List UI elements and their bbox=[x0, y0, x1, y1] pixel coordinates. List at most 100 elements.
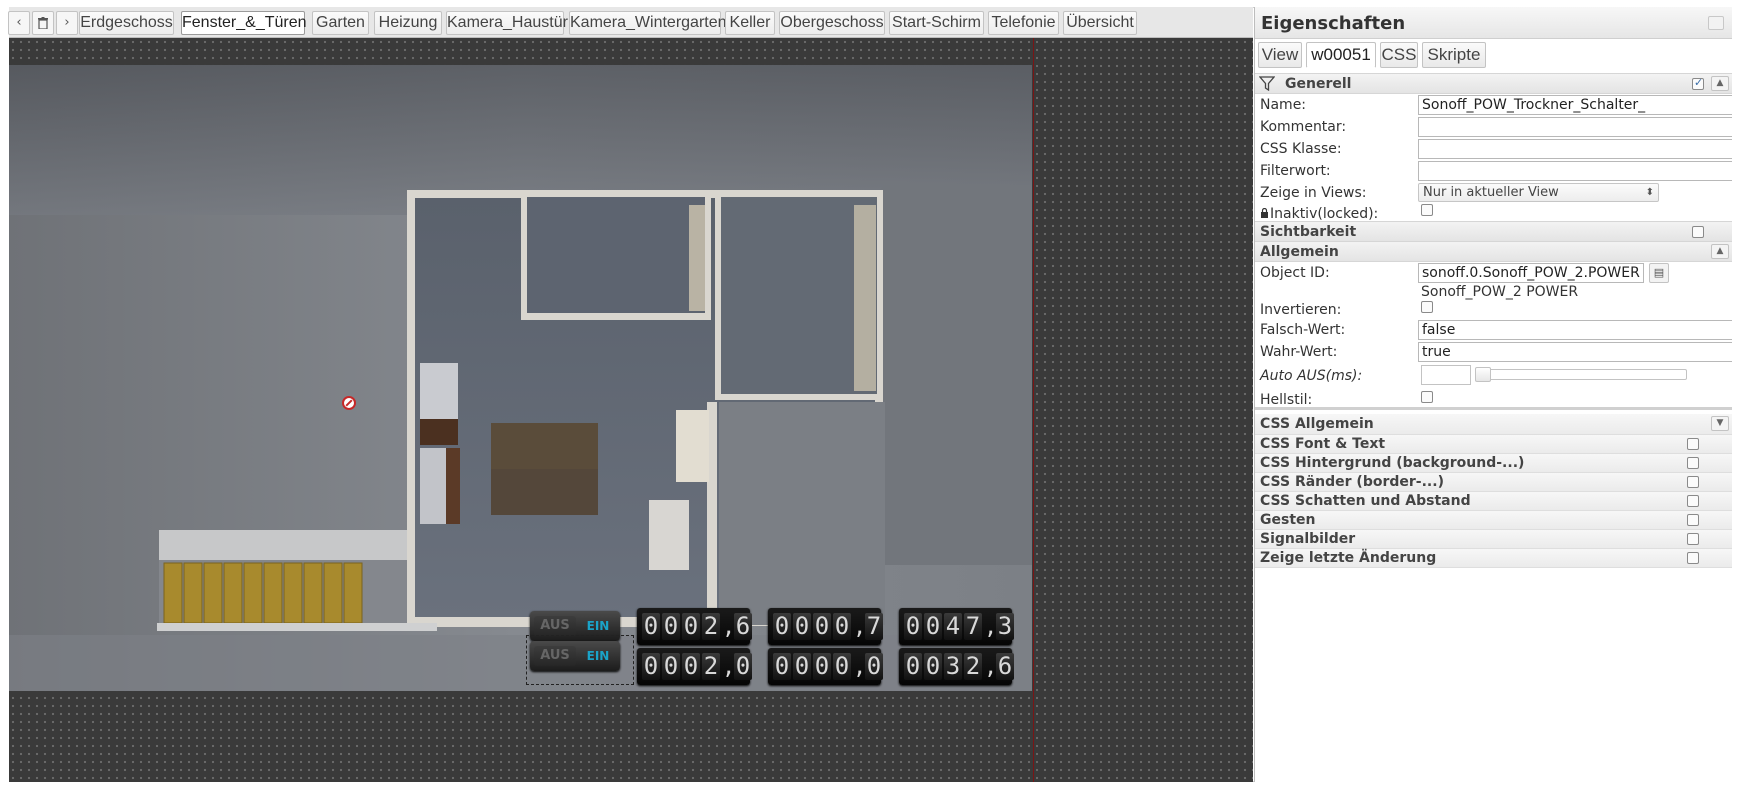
tab-start-schirm[interactable]: Start-Schirm bbox=[889, 11, 984, 35]
zeige-views-label: Zeige in Views: bbox=[1260, 185, 1367, 201]
falsch-wert-field[interactable]: false bbox=[1418, 320, 1732, 340]
editor-canvas[interactable]: AUS EIN 0 0 0 2,6 0 0 0 0,7 0 0 4 7,3 AUS EIN 000… bbox=[9, 38, 1253, 782]
panel-minimize-button[interactable] bbox=[1708, 16, 1724, 30]
css-hintergrund-section[interactable]: CSS Hintergrund (background-...) bbox=[1255, 454, 1732, 473]
counter-digit: 0 bbox=[662, 652, 680, 680]
counter-digit: 0 bbox=[793, 612, 811, 640]
counter-r1c1: 0 0 0 2,6 bbox=[637, 608, 752, 645]
name-field[interactable]: Sonoff_POW_Trockner_Schalter_ bbox=[1418, 95, 1732, 115]
decimal-separator: , bbox=[984, 615, 998, 640]
counter-digit: 0 bbox=[642, 652, 660, 680]
css-section-label: CSS Hintergrund (background-...) bbox=[1260, 455, 1525, 471]
wahr-wert-label: Wahr-Wert: bbox=[1260, 344, 1338, 360]
zeige-views-select[interactable]: Nur in aktueller View bbox=[1418, 183, 1659, 202]
inaktiv-checkbox[interactable] bbox=[1421, 204, 1433, 216]
decimal-separator: , bbox=[853, 655, 867, 680]
css-section-checkbox[interactable] bbox=[1687, 552, 1699, 564]
counter-r2c1: 0 0 0 2,0 bbox=[637, 648, 752, 685]
css-section-checkbox[interactable] bbox=[1687, 476, 1699, 488]
slider-handle[interactable] bbox=[1475, 367, 1491, 382]
letzte-aenderung-section[interactable]: Zeige letzte Änderung bbox=[1255, 549, 1732, 568]
generell-checkbox[interactable] bbox=[1692, 76, 1704, 90]
tab-heizung[interactable]: Heizung bbox=[374, 11, 442, 35]
tab-obergeschoss[interactable]: Obergeschoss bbox=[779, 11, 885, 35]
filter-icon[interactable] bbox=[1259, 76, 1275, 91]
counter-digit: 0 bbox=[924, 612, 942, 640]
tab-skripte[interactable]: Skripte bbox=[1422, 42, 1486, 68]
section-sichtbarkeit[interactable]: Sichtbarkeit bbox=[1255, 221, 1732, 242]
tab-telefonie[interactable]: Telefonie bbox=[988, 11, 1059, 35]
counter-r1c2: 0 0 0 0,7 bbox=[768, 608, 883, 645]
counter-digit: 0 bbox=[642, 612, 660, 640]
tab-uebersicht[interactable]: Übersicht bbox=[1063, 11, 1137, 35]
auto-aus-slider[interactable] bbox=[1475, 367, 1687, 382]
counter-digit: 6 bbox=[734, 612, 752, 640]
counter-digit: 3 bbox=[996, 612, 1014, 640]
section-generell[interactable]: Generell ▲ bbox=[1255, 73, 1732, 94]
signalbilder-section[interactable]: Signalbilder bbox=[1255, 530, 1732, 549]
css-section-checkbox[interactable] bbox=[1687, 495, 1699, 507]
css-font-text-section[interactable]: CSS Font & Text bbox=[1255, 435, 1732, 454]
tab-widget-id[interactable]: w00051 bbox=[1306, 42, 1376, 68]
hellstil-checkbox[interactable] bbox=[1421, 391, 1433, 403]
collapse-icon[interactable]: ▲ bbox=[1711, 244, 1729, 259]
prev-view-button[interactable]: ‹ bbox=[8, 11, 30, 35]
no-entry-icon[interactable] bbox=[342, 396, 356, 410]
tab-css[interactable]: CSS bbox=[1380, 42, 1418, 68]
decimal-separator: , bbox=[722, 655, 736, 680]
switch-off-label[interactable]: AUS bbox=[534, 646, 576, 666]
css-klasse-field[interactable] bbox=[1418, 139, 1732, 159]
switch-on-label[interactable]: EIN bbox=[580, 616, 616, 636]
css-section-label: CSS Font & Text bbox=[1260, 436, 1386, 452]
css-section-checkbox[interactable] bbox=[1687, 457, 1699, 469]
css-section-checkbox[interactable] bbox=[1687, 438, 1699, 450]
tab-garten[interactable]: Garten bbox=[312, 11, 369, 35]
css-section-checkbox[interactable] bbox=[1687, 514, 1699, 526]
css-raender-section[interactable]: CSS Ränder (border-...) bbox=[1255, 473, 1732, 492]
collapse-icon[interactable]: ▲ bbox=[1711, 76, 1729, 91]
tab-fenster-tueren[interactable]: Fenster_&_Türen bbox=[181, 11, 307, 35]
section-divider bbox=[1255, 407, 1732, 410]
counter-digit: 2 bbox=[964, 652, 982, 680]
css-schatten-section[interactable]: CSS Schatten und Abstand bbox=[1255, 492, 1732, 511]
css-allgemein-section[interactable]: CSS Allgemein ▼ bbox=[1255, 414, 1732, 435]
switch-widget-2[interactable]: AUS EIN bbox=[530, 641, 620, 671]
counter-digit: 0 bbox=[904, 612, 922, 640]
expand-icon[interactable]: ▼ bbox=[1711, 416, 1729, 431]
css-section-checkbox[interactable] bbox=[1687, 533, 1699, 545]
tab-keller[interactable]: Keller bbox=[725, 11, 775, 35]
auto-aus-field[interactable] bbox=[1421, 365, 1471, 385]
section-allgemein[interactable]: Allgemein ▲ bbox=[1255, 241, 1732, 262]
section-generell-label: Generell bbox=[1285, 76, 1352, 92]
trash-icon[interactable] bbox=[32, 11, 54, 35]
counter-digit: 0 bbox=[773, 612, 791, 640]
counter-digit: 0 bbox=[924, 652, 942, 680]
counter-digit: 0 bbox=[682, 612, 700, 640]
panel-header: Eigenschaften bbox=[1255, 7, 1732, 39]
section-allgemein-label: Allgemein bbox=[1260, 244, 1339, 260]
tab-kamera-haustuer[interactable]: Kamera_Haustür bbox=[446, 11, 568, 35]
gesten-section[interactable]: Gesten bbox=[1255, 511, 1732, 530]
css-section-label: CSS Schatten und Abstand bbox=[1260, 493, 1471, 509]
tab-kamera-wintergarten[interactable]: Kamera_Wintergarten bbox=[569, 11, 727, 35]
auto-aus-label: Auto AUS(ms): bbox=[1260, 368, 1363, 384]
kommentar-field[interactable] bbox=[1418, 117, 1732, 137]
object-id-label: Object ID: bbox=[1260, 265, 1330, 281]
name-label: Name: bbox=[1260, 97, 1307, 113]
invertieren-checkbox[interactable] bbox=[1421, 301, 1433, 313]
tab-view[interactable]: View bbox=[1258, 42, 1302, 68]
counter-digit: 7 bbox=[865, 612, 883, 640]
filterwort-field[interactable] bbox=[1418, 161, 1732, 181]
next-view-button[interactable]: › bbox=[56, 11, 78, 35]
switch-off-label[interactable]: AUS bbox=[534, 616, 576, 636]
wahr-wert-field[interactable]: true bbox=[1418, 342, 1732, 362]
css-klasse-label: CSS Klasse: bbox=[1260, 141, 1342, 157]
resolution-guide-line bbox=[1033, 38, 1034, 782]
css-section-label: Signalbilder bbox=[1260, 531, 1356, 547]
sichtbarkeit-checkbox[interactable] bbox=[1692, 226, 1704, 238]
object-browser-icon[interactable]: ▤ bbox=[1649, 263, 1669, 283]
switch-on-label[interactable]: EIN bbox=[580, 646, 616, 666]
tab-erdgeschoss[interactable]: Erdgeschoss bbox=[79, 11, 174, 35]
object-id-field[interactable]: sonoff.0.Sonoff_POW_2.POWER bbox=[1418, 263, 1644, 283]
counter-digit: 2 bbox=[702, 652, 720, 680]
